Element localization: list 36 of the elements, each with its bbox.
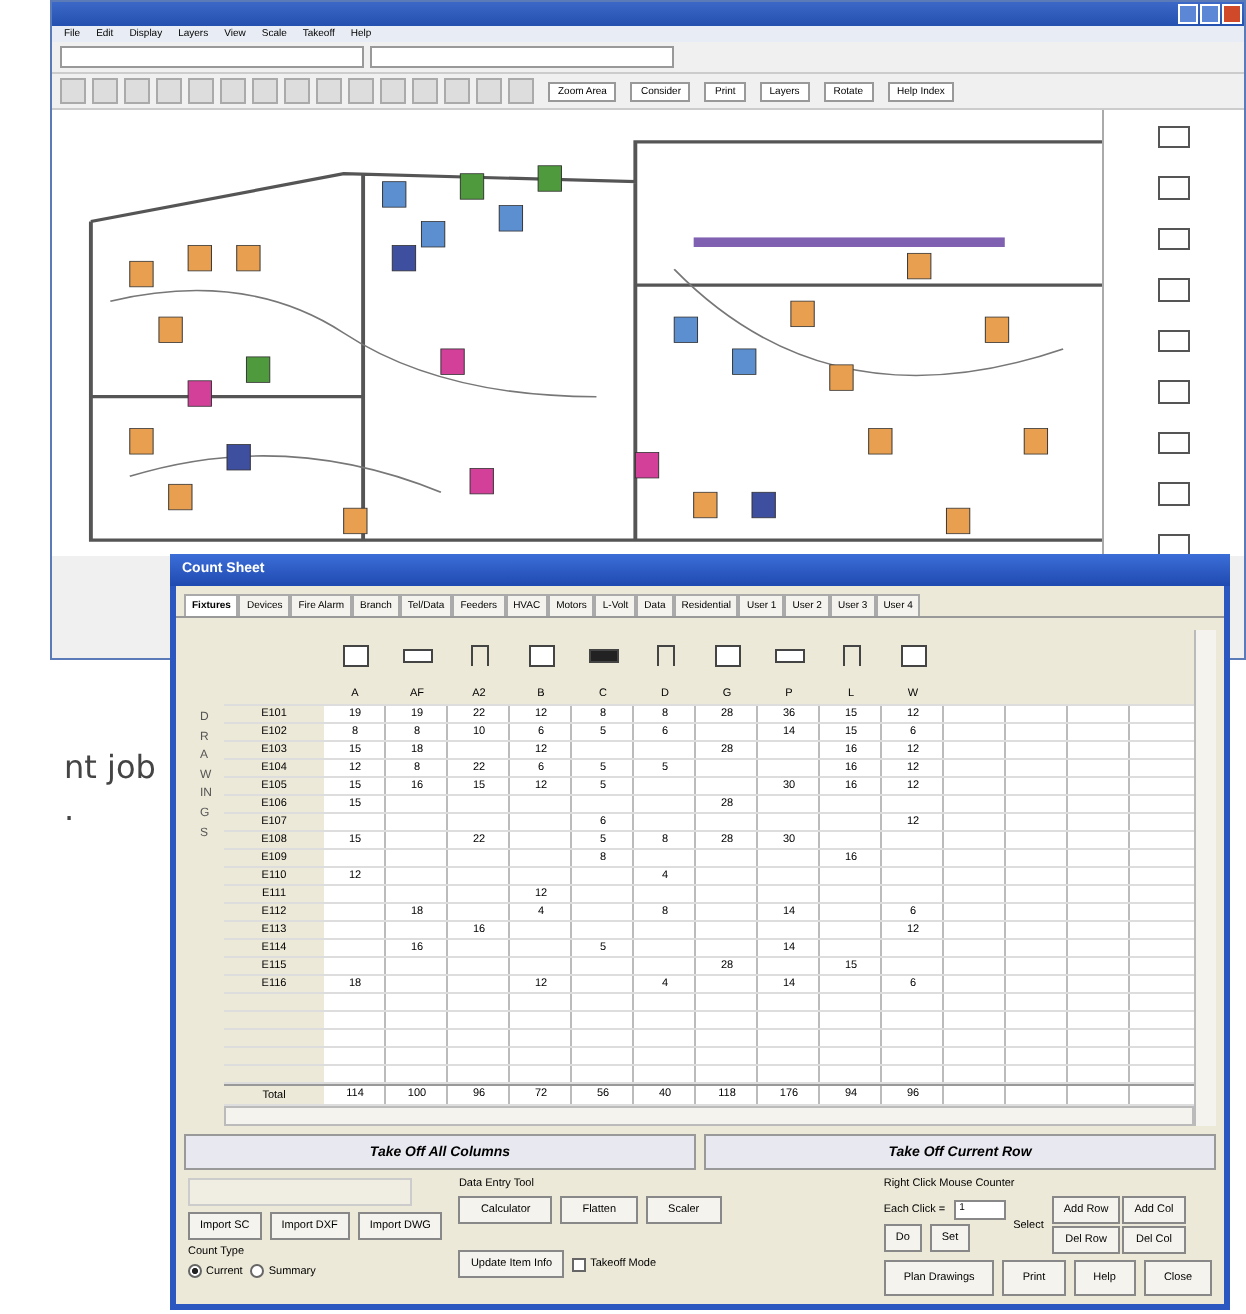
maximize-button[interactable] <box>1200 4 1220 24</box>
tool-icon[interactable] <box>124 78 150 104</box>
tool-icon[interactable] <box>284 78 310 104</box>
tool-icon[interactable] <box>316 78 342 104</box>
shape-icon[interactable] <box>1158 176 1190 200</box>
shape-icon[interactable] <box>1158 126 1190 149</box>
minimize-button[interactable] <box>1178 4 1198 24</box>
fixture-icon <box>897 642 929 670</box>
shape-icon[interactable] <box>1158 482 1190 505</box>
tool-icon[interactable] <box>412 78 438 104</box>
vertical-scrollbar[interactable] <box>1194 630 1216 1126</box>
fixture-icon <box>339 642 371 670</box>
tool-icon[interactable] <box>92 78 118 104</box>
shape-icon[interactable] <box>1158 227 1190 251</box>
tool-icon[interactable] <box>508 78 534 104</box>
body-text: . <box>64 790 77 828</box>
tool-icon[interactable] <box>252 78 278 104</box>
drawing-field[interactable] <box>370 46 674 68</box>
tool-icon[interactable] <box>188 78 214 104</box>
tool-icon[interactable] <box>220 78 246 104</box>
tool-icon[interactable] <box>380 78 406 104</box>
fixture-icon <box>525 642 557 670</box>
tool-icon[interactable] <box>348 78 374 104</box>
horizontal-scrollbar[interactable] <box>224 1106 1194 1126</box>
shape-icon[interactable] <box>1158 380 1190 404</box>
shape-icon[interactable] <box>1158 278 1190 302</box>
tool-icon[interactable] <box>60 78 86 104</box>
tool-icon[interactable] <box>476 78 502 104</box>
shape-icon[interactable] <box>1158 329 1190 353</box>
body-text: nt job <box>64 748 156 786</box>
shape-icon[interactable] <box>1158 431 1190 455</box>
file-field[interactable] <box>60 46 364 68</box>
tool-icon[interactable] <box>156 78 182 104</box>
tool-icon[interactable] <box>444 78 470 104</box>
close-button[interactable] <box>1222 4 1242 24</box>
fixture-icon <box>711 642 743 670</box>
